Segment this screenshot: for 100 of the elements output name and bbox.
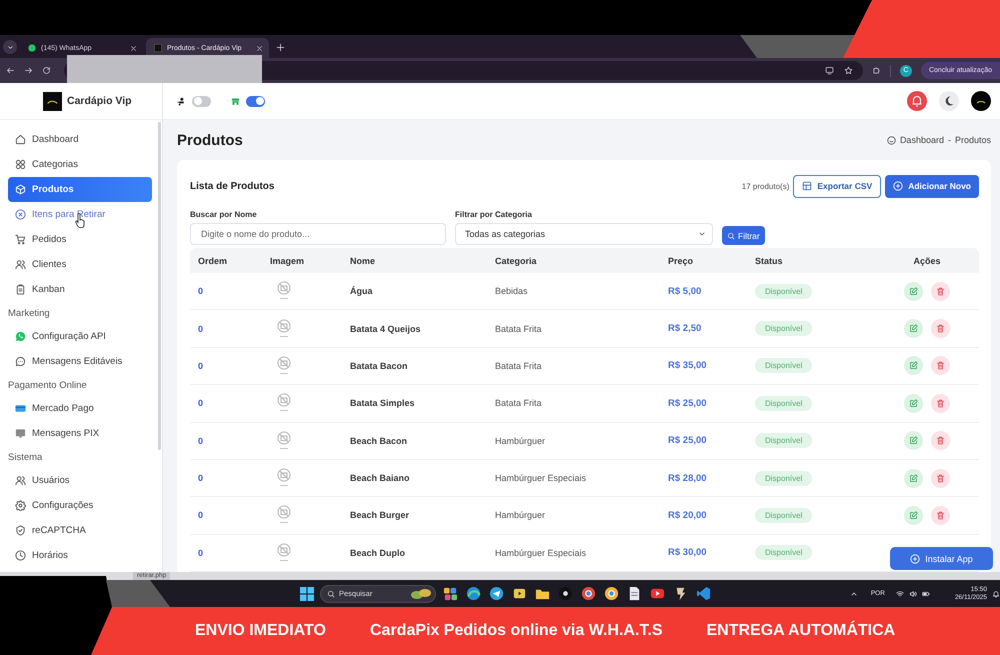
logo-avatar-icon[interactable] [971,91,991,111]
edit-button[interactable] [904,468,923,488]
box-icon [15,184,26,195]
trash-icon [936,474,945,483]
toggle-switch[interactable] [192,96,211,106]
toggle-switch[interactable] [246,96,265,106]
app-icon[interactable] [512,586,527,601]
trash-icon [936,510,945,520]
sidebar-item[interactable]: Configuração API [8,324,152,349]
bell-icon[interactable] [992,590,1000,598]
sidebar-item[interactable]: Mensagens PIX [8,421,152,446]
sidebar-item[interactable]: Dashboard [8,127,152,152]
delete-button[interactable] [931,431,950,450]
close-icon[interactable] [130,44,137,52]
edit-button[interactable] [904,282,923,301]
caret-icon [6,44,14,50]
sidebar-item[interactable]: Kanban [8,277,152,302]
sidebar-item[interactable]: Configurações [8,493,152,518]
delete-button[interactable] [931,468,950,488]
back-icon[interactable] [6,66,15,75]
delete-button[interactable] [931,319,950,338]
table-cell-text: R$ 35,00 [667,360,708,372]
table-cell-text: R$ 5,00 [667,286,702,297]
edit-icon [909,324,918,334]
puzzle-icon[interactable] [872,66,881,75]
plus-icon[interactable] [276,43,285,52]
app-icon[interactable] [443,586,458,601]
table-cell-text: Batata Simples [349,398,416,408]
edit-button[interactable] [904,319,923,338]
app-icon[interactable] [489,586,504,601]
edit-button[interactable] [904,356,923,376]
trash-icon [936,324,945,334]
add-button[interactable]: Adicionar Novo [885,174,979,198]
table-cell-text: 0 [197,473,204,484]
sidebar-item[interactable]: Mercado Pago [8,396,152,421]
category-select[interactable]: Todas as categorias [455,223,713,245]
moon-icon[interactable] [939,91,959,111]
delete-button[interactable] [931,394,950,413]
cast-icon[interactable] [824,66,834,75]
banner-text: CardaPix Pedidos online via W.H.A.T.S [370,622,662,640]
sidebar-item[interactable]: Pedidos [8,227,152,252]
start-icon[interactable] [300,586,314,600]
card-icon [15,403,26,414]
edit-button[interactable] [904,394,923,413]
install-button[interactable]: Instalar App [890,547,993,570]
forward-icon[interactable] [24,66,33,75]
sidebar-item[interactable]: Clientes [8,252,152,277]
star-icon[interactable] [844,66,853,75]
export-button[interactable]: Exportar CSV [793,174,882,198]
app-icon[interactable] [604,586,619,601]
breadcrumb-current: Produtos [954,135,991,145]
app-icon[interactable] [558,586,573,601]
table-cell-text: 0 [197,360,204,371]
table-cell-text: Batata 4 Queijos [349,324,422,334]
edit-button[interactable] [904,506,923,525]
delete-button[interactable] [931,506,950,525]
page-title: Produtos [177,132,243,148]
column-header: Preço [667,256,694,266]
no-image-icon [276,505,292,526]
no-image-icon [276,318,292,339]
field-label: Buscar por Nome [190,210,258,220]
search-field[interactable]: Digite o nome do produto... [190,223,446,245]
delete-button[interactable] [931,356,950,376]
banner-text: ENVIO IMEDIATO [195,622,326,640]
status-badge: Disponível [755,545,812,560]
status-badge: Disponível [755,284,812,299]
battery-icon[interactable] [922,590,930,598]
table-cell-text: R$ 25,00 [667,435,708,446]
document-icon[interactable] [627,586,642,601]
table-cell-text: 0 [197,436,204,446]
no-image-icon [276,430,292,451]
edit-icon [909,474,918,483]
close-icon[interactable] [256,44,263,52]
play-button-icon[interactable] [650,586,665,601]
table-cell-text: R$ 25,00 [667,398,708,409]
breadcrumb-link[interactable]: Dashboard [900,135,944,145]
wifi-icon[interactable] [896,590,904,598]
section-label: Sistema [7,450,44,464]
app-icon[interactable] [581,586,596,601]
table-cell-text: R$ 30,00 [667,547,708,558]
logo-icon [43,92,62,110]
tab-list-button[interactable] [3,40,17,54]
sidebar-item[interactable]: Categorias [8,152,152,177]
delete-button[interactable] [931,282,950,301]
sidebar-item[interactable]: Horários [8,543,152,568]
column-header: Nome [349,256,376,266]
settings-icon [15,500,26,511]
grid-icon [15,159,26,170]
sidebar-item[interactable]: Produtos [8,177,152,202]
reload-icon[interactable] [42,66,51,75]
sidebar-item[interactable]: Mensagens Editáveis [8,349,152,374]
edit-icon [909,510,918,520]
sidebar-item[interactable]: Usuários [8,468,152,493]
section-label: Pagamento Online [7,378,88,392]
edit-button[interactable] [904,431,923,450]
sidebar-item[interactable]: reCAPTCHA [8,518,152,543]
speaker-icon[interactable] [908,590,917,598]
filter-button[interactable]: Filtrar [722,226,765,245]
status-badge: Disponível [755,321,812,336]
app-icon[interactable] [466,586,481,601]
